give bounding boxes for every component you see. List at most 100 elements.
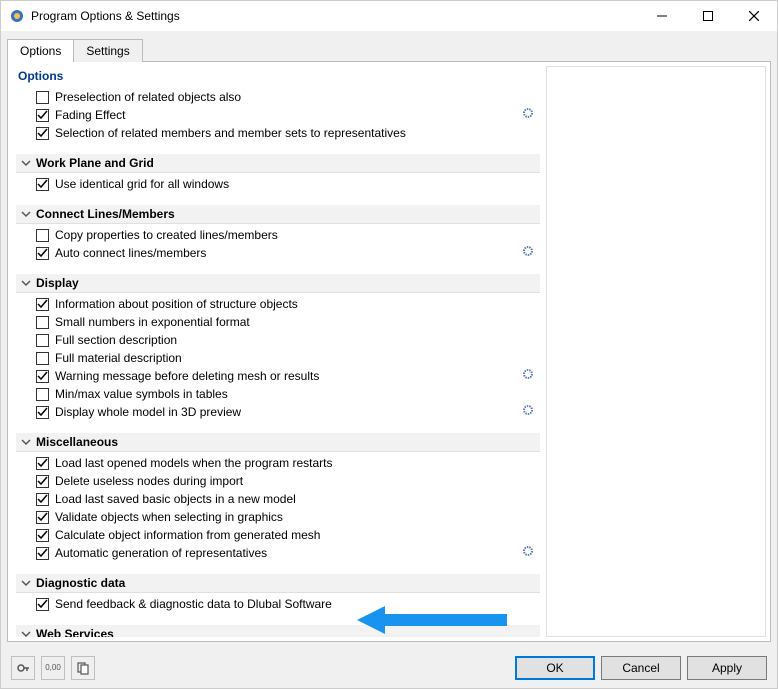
- maximize-button[interactable]: [685, 1, 731, 31]
- checkbox-checked[interactable]: [36, 511, 49, 524]
- checkbox-checked[interactable]: [36, 598, 49, 611]
- apply-button[interactable]: Apply: [687, 656, 767, 680]
- option-copy-properties[interactable]: Copy properties to created lines/members: [36, 226, 540, 244]
- general-group-body: Preselection of related objects also Fad…: [16, 84, 540, 144]
- tab-settings[interactable]: Settings: [73, 39, 142, 62]
- ok-button[interactable]: OK: [515, 656, 595, 680]
- option-auto-gen[interactable]: Automatic generation of representatives: [36, 544, 540, 562]
- option-label: Load last opened models when the program…: [55, 455, 333, 471]
- key-button[interactable]: [11, 656, 35, 680]
- option-identical-grid[interactable]: Use identical grid for all windows: [36, 175, 540, 193]
- tab-options[interactable]: Options: [7, 39, 74, 62]
- group-title: Web Services: [36, 627, 114, 637]
- group-workplane-body: Use identical grid for all windows: [16, 173, 540, 195]
- checkbox-checked[interactable]: [36, 457, 49, 470]
- option-label: Min/max value symbols in tables: [55, 386, 228, 402]
- dialog-body: Options Settings Options Preselection of…: [1, 31, 777, 648]
- group-display-body: Information about position of structure …: [16, 293, 540, 423]
- option-validate[interactable]: Validate objects when selecting in graph…: [36, 508, 540, 526]
- group-title: Display: [36, 276, 79, 290]
- option-label: Preselection of related objects also: [55, 89, 241, 105]
- checkbox-checked[interactable]: [36, 493, 49, 506]
- option-minmax[interactable]: Min/max value symbols in tables: [36, 385, 540, 403]
- group-misc[interactable]: Miscellaneous: [16, 433, 540, 452]
- chevron-down-icon: [20, 577, 32, 589]
- group-misc-body: Load last opened models when the program…: [16, 452, 540, 564]
- checkbox-checked[interactable]: [36, 127, 49, 140]
- checkbox-unchecked[interactable]: [36, 229, 49, 242]
- group-title: Connect Lines/Members: [36, 207, 175, 221]
- checkbox-checked[interactable]: [36, 298, 49, 311]
- decimals-label: 0,00: [45, 664, 61, 672]
- checkbox-unchecked[interactable]: [36, 334, 49, 347]
- group-display[interactable]: Display: [16, 274, 540, 293]
- tab-panel: Options Preselection of related objects …: [7, 61, 771, 642]
- minimize-button[interactable]: [639, 1, 685, 31]
- option-label: Information about position of structure …: [55, 296, 298, 312]
- checkbox-checked[interactable]: [36, 406, 49, 419]
- option-calc-info[interactable]: Calculate object information from genera…: [36, 526, 540, 544]
- option-auto-connect[interactable]: Auto connect lines/members: [36, 244, 540, 262]
- option-label: Full section description: [55, 332, 177, 348]
- option-full-section[interactable]: Full section description: [36, 331, 540, 349]
- option-label: Send feedback & diagnostic data to Dluba…: [55, 596, 332, 612]
- checkbox-unchecked[interactable]: [36, 388, 49, 401]
- checkbox-checked[interactable]: [36, 475, 49, 488]
- group-workplane[interactable]: Work Plane and Grid: [16, 154, 540, 173]
- option-selection-related[interactable]: Selection of related members and member …: [36, 124, 540, 142]
- option-small-numbers[interactable]: Small numbers in exponential format: [36, 313, 540, 331]
- option-label: Auto connect lines/members: [55, 245, 206, 261]
- checkbox-checked[interactable]: [36, 370, 49, 383]
- checkbox-unchecked[interactable]: [36, 352, 49, 365]
- group-title: Miscellaneous: [36, 435, 118, 449]
- option-label: Automatic generation of representatives: [55, 545, 267, 561]
- option-label: Small numbers in exponential format: [55, 314, 250, 330]
- copy-button[interactable]: [71, 656, 95, 680]
- option-label: Load last saved basic objects in a new m…: [55, 491, 296, 507]
- option-label: Copy properties to created lines/members: [55, 227, 278, 243]
- checkbox-checked[interactable]: [36, 529, 49, 542]
- gear-icon[interactable]: [522, 404, 534, 416]
- gear-icon[interactable]: [522, 545, 534, 557]
- checkbox-checked[interactable]: [36, 547, 49, 560]
- window-title: Program Options & Settings: [31, 9, 639, 23]
- option-delete-useless[interactable]: Delete useless nodes during import: [36, 472, 540, 490]
- group-diagnostic[interactable]: Diagnostic data: [16, 574, 540, 593]
- option-label: Selection of related members and member …: [55, 125, 406, 141]
- option-label: Delete useless nodes during import: [55, 473, 243, 489]
- option-label: Calculate object information from genera…: [55, 527, 320, 543]
- checkbox-checked[interactable]: [36, 247, 49, 260]
- gear-icon[interactable]: [522, 107, 534, 119]
- options-scroll[interactable]: Preselection of related objects also Fad…: [12, 84, 542, 637]
- gear-icon[interactable]: [522, 368, 534, 380]
- window: Program Options & Settings Options Setti…: [0, 0, 778, 689]
- option-label: Full material description: [55, 350, 182, 366]
- tab-strip: Options Settings: [7, 35, 771, 61]
- checkbox-unchecked[interactable]: [36, 316, 49, 329]
- option-full-material[interactable]: Full material description: [36, 349, 540, 367]
- gear-icon[interactable]: [522, 245, 534, 257]
- option-label: Display whole model in 3D preview: [55, 404, 241, 420]
- option-preselection[interactable]: Preselection of related objects also: [36, 88, 540, 106]
- group-webservices[interactable]: Web Services: [16, 625, 540, 637]
- group-connect[interactable]: Connect Lines/Members: [16, 205, 540, 224]
- group-diagnostic-body: Send feedback & diagnostic data to Dluba…: [16, 593, 540, 615]
- option-load-last-saved[interactable]: Load last saved basic objects in a new m…: [36, 490, 540, 508]
- close-button[interactable]: [731, 1, 777, 31]
- option-display-3d[interactable]: Display whole model in 3D preview: [36, 403, 540, 421]
- option-warning-mesh[interactable]: Warning message before deleting mesh or …: [36, 367, 540, 385]
- option-load-last-models[interactable]: Load last opened models when the program…: [36, 454, 540, 472]
- option-info-position[interactable]: Information about position of structure …: [36, 295, 540, 313]
- checkbox-checked[interactable]: [36, 178, 49, 191]
- decimals-button[interactable]: 0,00: [41, 656, 65, 680]
- option-fading-effect[interactable]: Fading Effect: [36, 106, 540, 124]
- titlebar: Program Options & Settings: [1, 1, 777, 31]
- checkbox-checked[interactable]: [36, 109, 49, 122]
- cancel-button[interactable]: Cancel: [601, 656, 681, 680]
- option-send-feedback[interactable]: Send feedback & diagnostic data to Dluba…: [36, 595, 540, 613]
- checkbox-unchecked[interactable]: [36, 91, 49, 104]
- group-title: Work Plane and Grid: [36, 156, 154, 170]
- option-label: Use identical grid for all windows: [55, 176, 229, 192]
- option-label: Fading Effect: [55, 107, 126, 123]
- preview-pane: [546, 66, 766, 637]
